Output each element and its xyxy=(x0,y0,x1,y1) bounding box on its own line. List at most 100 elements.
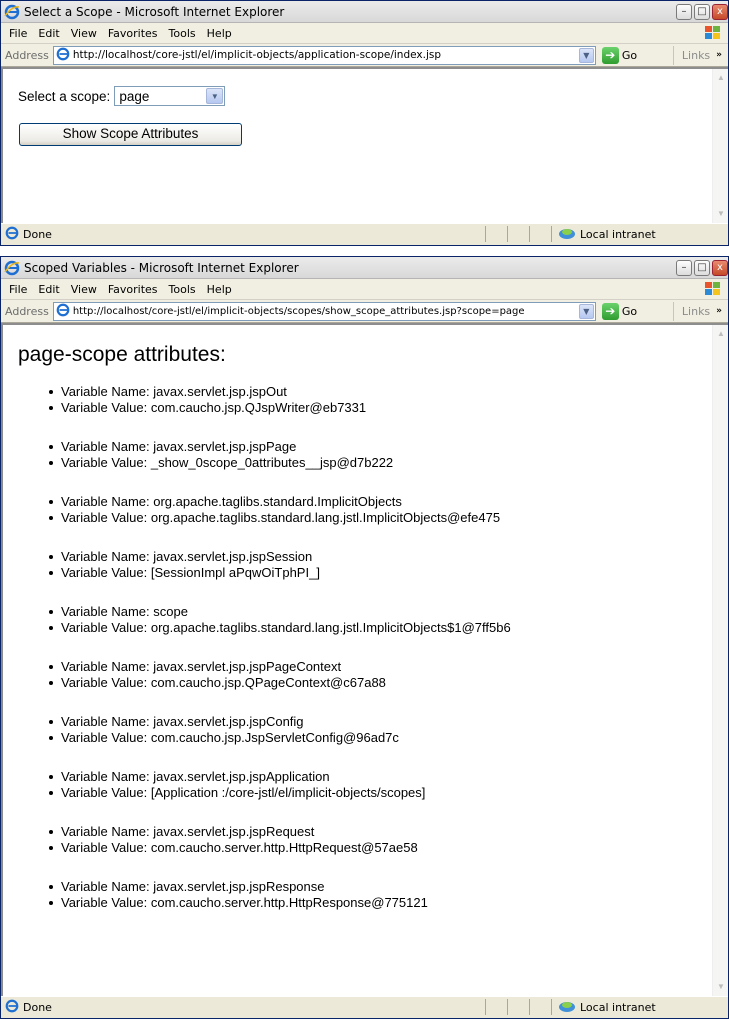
minimize-button[interactable]: – xyxy=(676,259,692,276)
scroll-up-icon[interactable]: ▲ xyxy=(714,71,728,85)
window-title: Select a Scope - Microsoft Internet Expl… xyxy=(24,4,285,19)
security-zone: Local intranet xyxy=(551,999,716,1015)
minimize-button[interactable]: – xyxy=(676,3,692,20)
variable-value: Variable Value: _show_0scope_0attributes… xyxy=(3,455,728,471)
menu-view[interactable]: View xyxy=(71,27,97,40)
chevron-down-icon: ▼ xyxy=(206,88,224,104)
internet-explorer-icon xyxy=(4,260,20,276)
attribute-list: Variable Name: javax.servlet.jsp.jspOut V… xyxy=(3,384,728,911)
page-icon xyxy=(56,47,70,64)
status-text: Done xyxy=(23,1000,52,1014)
variable-value: Variable Value: com.caucho.jsp.QPageCont… xyxy=(3,675,728,691)
status-segment xyxy=(485,226,507,242)
menu-edit[interactable]: Edit xyxy=(38,27,59,40)
vertical-scrollbar[interactable]: ▲ ▼ xyxy=(712,69,728,223)
attribute-item: Variable Name: javax.servlet.jsp.jspOut V… xyxy=(3,384,728,416)
variable-name: Variable Name: javax.servlet.jsp.jspRequ… xyxy=(3,824,728,840)
go-arrow-icon: ➔ xyxy=(601,302,619,320)
menu-tools[interactable]: Tools xyxy=(169,27,196,40)
chevron-right-icon: » xyxy=(716,305,722,316)
scroll-down-icon[interactable]: ▼ xyxy=(714,207,728,221)
menu-file[interactable]: File xyxy=(9,27,27,40)
status-segment xyxy=(507,226,529,242)
close-button[interactable]: x xyxy=(712,259,728,276)
menu-edit[interactable]: Edit xyxy=(38,283,59,296)
show-scope-attributes-button[interactable]: Show Scope Attributes xyxy=(19,123,242,146)
variable-name: Variable Name: javax.servlet.jsp.jspPage xyxy=(3,439,728,455)
security-zone: Local intranet xyxy=(551,226,716,242)
close-button[interactable]: x xyxy=(712,3,728,20)
menu-file[interactable]: File xyxy=(9,283,27,296)
variable-value: Variable Value: com.caucho.server.http.H… xyxy=(3,895,728,911)
attribute-item: Variable Name: javax.servlet.jsp.jspConf… xyxy=(3,714,728,746)
address-bar: Address http://localhost/core-jstl/el/im… xyxy=(1,300,728,323)
variable-name: Variable Name: javax.servlet.jsp.jspAppl… xyxy=(3,769,728,785)
variable-name: Variable Name: javax.servlet.jsp.jspConf… xyxy=(3,714,728,730)
page-content: Select a scope: page ▼ Show Scope Attrib… xyxy=(1,67,728,223)
status-segment xyxy=(507,999,529,1015)
variable-name: Variable Name: javax.servlet.jsp.jspResp… xyxy=(3,879,728,895)
menu-tools[interactable]: Tools xyxy=(169,283,196,296)
maximize-button[interactable]: □ xyxy=(694,3,710,20)
variable-value: Variable Value: com.caucho.jsp.QJspWrite… xyxy=(3,400,728,416)
address-input[interactable]: http://localhost/core-jstl/el/implicit-o… xyxy=(52,301,596,321)
go-button[interactable]: ➔ Go xyxy=(601,302,638,320)
menu-help[interactable]: Help xyxy=(207,27,232,40)
address-url: http://localhost/core-jstl/el/implicit-o… xyxy=(72,305,525,317)
done-page-icon xyxy=(5,999,19,1016)
title-bar[interactable]: Select a Scope - Microsoft Internet Expl… xyxy=(1,1,728,23)
variable-name: Variable Name: javax.servlet.jsp.jspOut xyxy=(3,384,728,400)
status-bar: Done Local intranet xyxy=(1,996,728,1017)
variable-value: Variable Value: [Application :/core-jstl… xyxy=(3,785,728,801)
status-segment xyxy=(485,999,507,1015)
attribute-item: Variable Name: javax.servlet.jsp.jspResp… xyxy=(3,879,728,911)
links-button[interactable]: Links » xyxy=(672,45,728,65)
address-label: Address xyxy=(5,304,49,318)
links-label: Links xyxy=(681,304,711,318)
scroll-down-icon[interactable]: ▼ xyxy=(714,980,728,994)
resize-grip-icon[interactable] xyxy=(716,228,728,240)
attribute-item: Variable Name: javax.servlet.jsp.jspPage… xyxy=(3,659,728,691)
variable-value: Variable Value: org.apache.taglibs.stand… xyxy=(3,510,728,526)
resize-grip-icon[interactable] xyxy=(716,1001,728,1013)
go-arrow-icon: ➔ xyxy=(601,46,619,64)
status-text: Done xyxy=(23,227,52,241)
go-label: Go xyxy=(621,48,638,62)
intranet-icon xyxy=(558,999,576,1016)
address-label: Address xyxy=(5,48,49,62)
variable-name: Variable Name: javax.servlet.jsp.jspSess… xyxy=(3,549,728,565)
window-title: Scoped Variables - Microsoft Internet Ex… xyxy=(24,260,299,275)
menu-view[interactable]: View xyxy=(71,283,97,296)
vertical-scrollbar[interactable]: ▲ ▼ xyxy=(712,325,728,996)
variable-value: Variable Value: [SessionImpl aPqwOiTphPI… xyxy=(3,565,728,581)
status-segment xyxy=(529,226,551,242)
menu-bar: File Edit View Favorites Tools Help xyxy=(1,279,728,300)
scope-form: Select a scope: page ▼ xyxy=(18,86,728,106)
title-bar[interactable]: Scoped Variables - Microsoft Internet Ex… xyxy=(1,257,728,279)
scope-select[interactable]: page ▼ xyxy=(114,86,226,106)
menu-help[interactable]: Help xyxy=(207,283,232,296)
links-button[interactable]: Links » xyxy=(672,301,728,321)
attribute-item: Variable Name: javax.servlet.jsp.jspSess… xyxy=(3,549,728,581)
scroll-up-icon[interactable]: ▲ xyxy=(714,327,728,341)
menu-favorites[interactable]: Favorites xyxy=(108,283,158,296)
window-scoped-variables: Scoped Variables - Microsoft Internet Ex… xyxy=(0,256,729,1019)
variable-name: Variable Name: org.apache.taglibs.standa… xyxy=(3,494,728,510)
done-page-icon xyxy=(5,226,19,243)
address-dropdown-icon[interactable]: ▼ xyxy=(578,303,594,319)
windows-logo-icon xyxy=(702,280,724,298)
address-dropdown-icon[interactable]: ▼ xyxy=(578,47,594,63)
status-segment xyxy=(529,999,551,1015)
go-button[interactable]: ➔ Go xyxy=(601,46,638,64)
menu-bar: File Edit View Favorites Tools Help xyxy=(1,23,728,44)
go-label: Go xyxy=(621,304,638,318)
variable-value: Variable Value: com.caucho.jsp.JspServle… xyxy=(3,730,728,746)
address-input[interactable]: http://localhost/core-jstl/el/implicit-o… xyxy=(52,45,596,65)
zone-label: Local intranet xyxy=(580,227,656,241)
attribute-item: Variable Name: javax.servlet.jsp.jspAppl… xyxy=(3,769,728,801)
menu-favorites[interactable]: Favorites xyxy=(108,27,158,40)
maximize-button[interactable]: □ xyxy=(694,259,710,276)
variable-value: Variable Value: com.caucho.server.http.H… xyxy=(3,840,728,856)
variable-name: Variable Name: javax.servlet.jsp.jspPage… xyxy=(3,659,728,675)
page-heading: page-scope attributes: xyxy=(18,343,226,366)
